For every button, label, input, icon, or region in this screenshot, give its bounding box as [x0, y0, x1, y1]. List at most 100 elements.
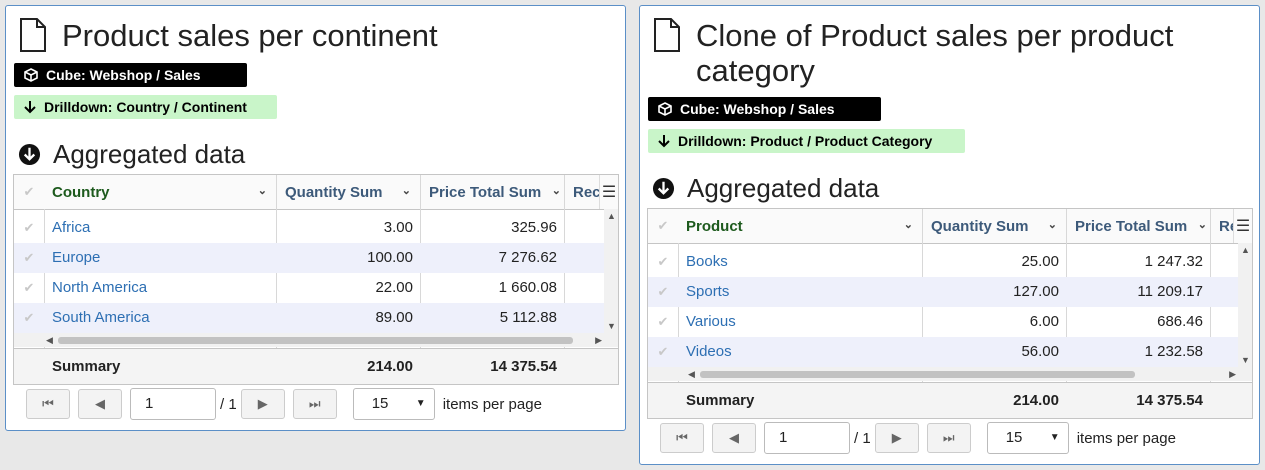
prev-page-button[interactable]: ◀	[78, 389, 122, 419]
row-price: 7 276.62	[498, 249, 557, 266]
vertical-scrollbar[interactable]: ▲ ▼	[1238, 243, 1252, 367]
pager: ⏮ ◀ 1 / 1 ▶ ⏭ 15 ▼ items per page	[660, 422, 1176, 454]
last-page-button[interactable]: ⏭	[926, 423, 971, 453]
row-checkbox[interactable]: ✔	[648, 247, 678, 277]
cube-badge[interactable]: Cube: Webshop / Sales	[648, 97, 881, 121]
page-title: Product sales per continent	[62, 18, 438, 53]
row-checkbox[interactable]: ✔	[648, 307, 678, 337]
column-header-quantity[interactable]: Quantity Sum ⌄	[923, 209, 1067, 243]
column-menu-icon[interactable]: ☰	[1233, 209, 1252, 243]
row-price: 1 247.32	[1144, 253, 1203, 270]
table-row[interactable]: ✔ Books 25.00 1 247.32	[648, 247, 1238, 277]
per-page-select[interactable]: 15 ▼	[352, 388, 435, 420]
per-page-select[interactable]: 15 ▼	[986, 422, 1069, 454]
row-checkbox[interactable]: ✔	[14, 273, 44, 303]
report-panel-continent: Product sales per continent Cube: Websho…	[5, 5, 626, 431]
cube-badge[interactable]: Cube: Webshop / Sales	[14, 63, 247, 87]
first-page-button[interactable]: ⏮	[26, 389, 70, 419]
column-header-quantity[interactable]: Quantity Sum ⌄	[277, 175, 421, 209]
row-checkbox[interactable]: ✔	[14, 243, 44, 273]
row-quantity: 89.00	[375, 309, 413, 326]
table-row[interactable]: ✔ Sports 127.00 11 209.17	[648, 277, 1238, 307]
row-label-link[interactable]: Books	[678, 247, 922, 277]
scrollbar-thumb[interactable]	[58, 337, 573, 344]
table-row[interactable]: ✔ Videos 56.00 1 232.58	[648, 337, 1238, 367]
document-icon	[20, 18, 46, 52]
row-checkbox[interactable]: ✔	[648, 277, 678, 307]
chevron-down-icon[interactable]: ⌄	[1048, 218, 1057, 231]
row-price: 1 232.58	[1144, 343, 1203, 360]
grid-header: ✔ Country ⌄ Quantity Sum ⌄ Price Total Sum…	[14, 175, 618, 210]
panel-header: Product sales per continent	[18, 18, 438, 53]
section-header: Aggregated data	[652, 173, 879, 204]
column-header-country[interactable]: Country ⌄	[44, 175, 277, 209]
row-checkbox[interactable]: ✔	[14, 303, 44, 333]
cube-badge-label: Cube: Webshop / Sales	[46, 67, 201, 83]
page-title: Clone of Product sales per product categ…	[696, 18, 1174, 88]
column-header-price[interactable]: Price Total Sum ⌄	[1067, 209, 1211, 243]
next-page-button[interactable]: ▶	[874, 423, 919, 453]
chevron-down-icon[interactable]: ⌄	[904, 218, 913, 231]
row-label-link[interactable]: South America	[44, 303, 276, 333]
summary-quantity: 214.00	[1013, 392, 1059, 409]
section-title: Aggregated data	[53, 139, 246, 169]
row-label-link[interactable]: North America	[44, 273, 276, 303]
chevron-down-icon[interactable]: ⌄	[552, 184, 561, 197]
horizontal-scrollbar[interactable]: ◀ ▶	[14, 333, 618, 347]
drilldown-badge-label: Drilldown: Country / Continent	[44, 99, 247, 115]
report-panel-product-category: Clone of Product sales per product categ…	[639, 5, 1260, 465]
row-label-link[interactable]: Africa	[44, 213, 276, 243]
column-header-price[interactable]: Price Total Sum ⌄	[421, 175, 565, 209]
table-row[interactable]: ✔ Africa 3.00 325.96	[14, 213, 604, 243]
column-menu-icon[interactable]: ☰	[599, 175, 618, 209]
cube-badge-label: Cube: Webshop / Sales	[680, 101, 835, 117]
chevron-down-icon[interactable]: ⌄	[402, 184, 411, 197]
drilldown-badge[interactable]: Drilldown: Product / Product Category	[648, 129, 965, 153]
cube-icon	[658, 102, 672, 116]
vertical-scrollbar[interactable]: ▲ ▼	[604, 209, 618, 333]
row-quantity: 100.00	[367, 249, 413, 266]
row-label-link[interactable]: Various	[678, 307, 922, 337]
summary-quantity: 214.00	[367, 358, 413, 375]
panel-header: Clone of Product sales per product categ…	[652, 18, 1236, 88]
row-price: 11 209.17	[1137, 283, 1203, 300]
select-all-checkbox[interactable]: ✔	[648, 209, 678, 243]
select-all-checkbox[interactable]: ✔	[14, 175, 44, 209]
table-row[interactable]: ✔ South America 89.00 5 112.88	[14, 303, 604, 333]
row-checkbox[interactable]: ✔	[648, 337, 678, 367]
last-page-button[interactable]: ⏭	[292, 389, 337, 419]
next-page-button[interactable]: ▶	[240, 389, 285, 419]
arrow-down-icon	[658, 135, 670, 148]
collapse-circle-icon[interactable]	[18, 143, 41, 166]
row-label-link[interactable]: Videos	[678, 337, 922, 367]
scrollbar-thumb[interactable]	[700, 371, 1135, 378]
table-row[interactable]: ✔ Europe 100.00 7 276.62	[14, 243, 604, 273]
row-quantity: 56.00	[1021, 343, 1059, 360]
per-page-label: items per page	[442, 395, 542, 413]
row-quantity: 6.00	[1029, 313, 1059, 330]
drilldown-badge[interactable]: Drilldown: Country / Continent	[14, 95, 277, 119]
row-label-link[interactable]: Europe	[44, 243, 276, 273]
arrow-down-icon	[24, 101, 36, 114]
row-price: 325.96	[511, 219, 557, 236]
column-header-product[interactable]: Product ⌄	[678, 209, 923, 243]
row-quantity: 127.00	[1013, 283, 1059, 300]
table-row[interactable]: ✔ North America 22.00 1 660.08	[14, 273, 604, 303]
collapse-circle-icon[interactable]	[652, 177, 675, 200]
drilldown-badge-label: Drilldown: Product / Product Category	[678, 133, 933, 149]
data-grid: ✔ Country ⌄ Quantity Sum ⌄ Price Total Sum…	[13, 174, 619, 385]
row-label-link[interactable]: Sports	[678, 277, 922, 307]
row-checkbox[interactable]: ✔	[14, 213, 44, 243]
row-price: 5 112.88	[499, 309, 557, 326]
cube-icon	[24, 68, 38, 82]
section-title: Aggregated data	[687, 173, 880, 203]
horizontal-scrollbar[interactable]: ◀ ▶	[648, 367, 1252, 381]
chevron-down-icon[interactable]: ⌄	[1198, 218, 1207, 231]
chevron-down-icon[interactable]: ⌄	[258, 184, 267, 197]
page-input[interactable]: 1	[130, 388, 216, 420]
prev-page-button[interactable]: ◀	[712, 423, 756, 453]
summary-row: Summary 214.00 14 375.54	[14, 348, 618, 384]
page-input[interactable]: 1	[764, 422, 850, 454]
table-row[interactable]: ✔ Various 6.00 686.46	[648, 307, 1238, 337]
first-page-button[interactable]: ⏮	[660, 423, 704, 453]
